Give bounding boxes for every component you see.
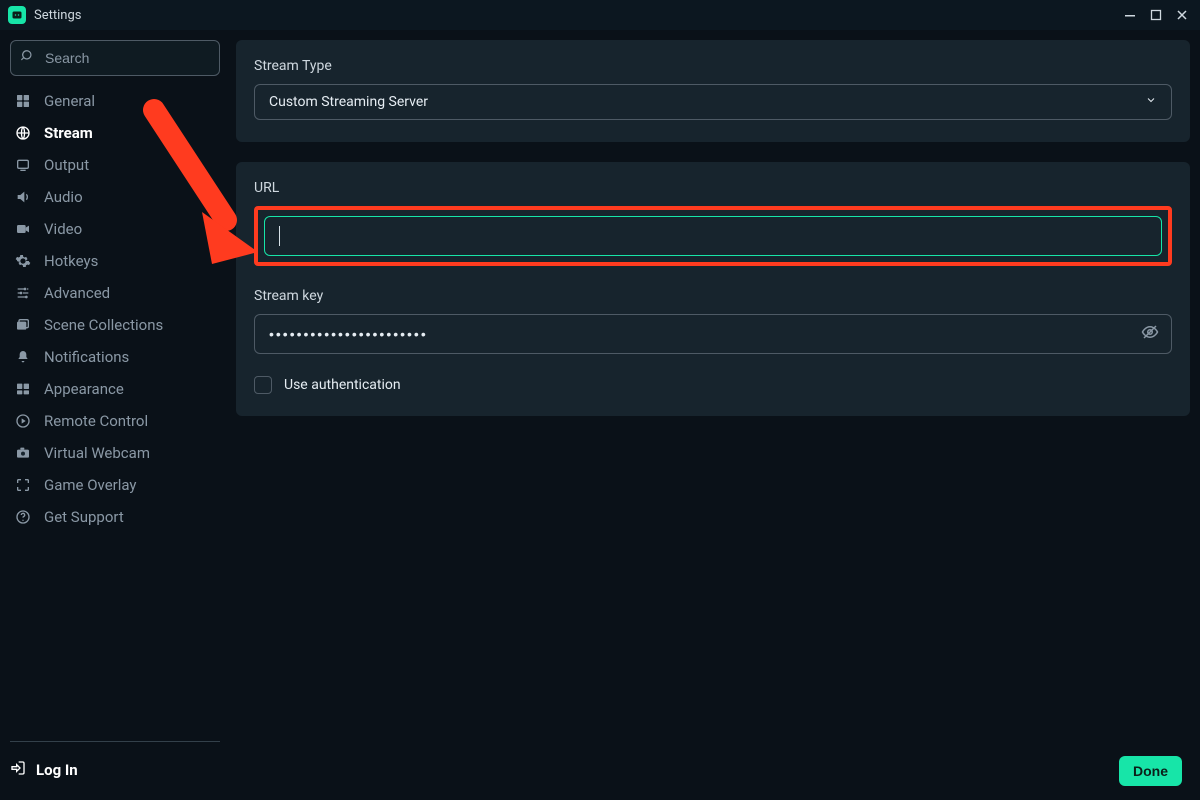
window-controls [1124, 9, 1192, 21]
url-label: URL [254, 180, 1172, 196]
minimize-button[interactable] [1124, 9, 1136, 21]
sliders-icon [14, 285, 32, 301]
sidebar-item-label: Appearance [44, 380, 124, 398]
url-highlight [254, 206, 1172, 266]
help-icon [14, 509, 32, 525]
grid-icon [14, 93, 32, 109]
globe-icon [14, 125, 32, 141]
use-auth-label: Use authentication [284, 377, 401, 393]
maximize-button[interactable] [1150, 9, 1162, 21]
done-button[interactable]: Done [1119, 756, 1182, 786]
stream-type-value: Custom Streaming Server [269, 94, 428, 110]
titlebar: Settings [0, 0, 1200, 30]
eye-off-icon[interactable] [1141, 323, 1159, 345]
stream-key-label: Stream key [254, 288, 1172, 304]
sidebar-item-video[interactable]: Video [10, 214, 220, 244]
sidebar-item-stream[interactable]: Stream [10, 118, 220, 148]
sidebar-item-hotkeys[interactable]: Hotkeys [10, 246, 220, 276]
output-icon [14, 157, 32, 173]
url-input-wrapper[interactable] [264, 216, 1162, 256]
sidebar-item-label: General [44, 92, 95, 110]
sidebar: General Stream Output Audio Video [10, 40, 220, 788]
volume-icon [14, 189, 32, 205]
stream-key-input[interactable] [267, 325, 1141, 343]
window-title: Settings [34, 8, 81, 23]
sidebar-item-label: Stream [44, 124, 93, 142]
sidebar-item-audio[interactable]: Audio [10, 182, 220, 212]
app-icon [8, 6, 26, 24]
sidebar-item-label: Video [44, 220, 82, 238]
appearance-icon [14, 381, 32, 397]
collections-icon [14, 317, 32, 333]
stream-server-card: URL Stream key [236, 162, 1190, 416]
sidebar-item-label: Virtual Webcam [44, 444, 150, 462]
chevron-down-icon [1145, 94, 1157, 110]
search-input[interactable] [43, 49, 228, 67]
sidebar-item-game-overlay[interactable]: Game Overlay [10, 470, 220, 500]
stream-type-select[interactable]: Custom Streaming Server [254, 84, 1172, 120]
sidebar-item-appearance[interactable]: Appearance [10, 374, 220, 404]
login-button[interactable]: Log In [10, 752, 220, 788]
sidebar-item-label: Remote Control [44, 412, 148, 430]
login-label: Log In [36, 761, 78, 779]
sidebar-item-notifications[interactable]: Notifications [10, 342, 220, 372]
sidebar-item-label: Scene Collections [44, 316, 163, 334]
sidebar-item-label: Game Overlay [44, 476, 137, 494]
sidebar-item-label: Audio [44, 188, 83, 206]
close-button[interactable] [1176, 9, 1188, 21]
video-icon [14, 221, 32, 237]
sidebar-item-get-support[interactable]: Get Support [10, 502, 220, 532]
sidebar-item-label: Advanced [44, 284, 110, 302]
sidebar-item-remote-control[interactable]: Remote Control [10, 406, 220, 436]
main-content: Stream Type Custom Streaming Server URL [236, 40, 1190, 788]
sidebar-item-label: Get Support [44, 508, 124, 526]
sidebar-item-general[interactable]: General [10, 86, 220, 116]
stream-key-input-wrapper[interactable] [254, 314, 1172, 354]
remote-icon [14, 413, 32, 429]
bell-icon [14, 349, 32, 365]
sidebar-item-scene-collections[interactable]: Scene Collections [10, 310, 220, 340]
sidebar-item-virtual-webcam[interactable]: Virtual Webcam [10, 438, 220, 468]
camera-icon [14, 445, 32, 461]
use-auth-row[interactable]: Use authentication [254, 376, 1172, 394]
sidebar-item-label: Output [44, 156, 89, 174]
search-input-wrapper[interactable] [10, 40, 220, 76]
sidebar-nav: General Stream Output Audio Video [10, 86, 220, 532]
sidebar-item-label: Notifications [44, 348, 129, 366]
expand-icon [14, 477, 32, 493]
login-icon [10, 760, 26, 780]
sidebar-item-output[interactable]: Output [10, 150, 220, 180]
gear-icon [14, 253, 32, 269]
stream-type-card: Stream Type Custom Streaming Server [236, 40, 1190, 142]
search-icon [21, 49, 35, 67]
sidebar-item-label: Hotkeys [44, 252, 98, 270]
stream-type-label: Stream Type [254, 58, 1172, 74]
use-auth-checkbox[interactable] [254, 376, 272, 394]
sidebar-item-advanced[interactable]: Advanced [10, 278, 220, 308]
